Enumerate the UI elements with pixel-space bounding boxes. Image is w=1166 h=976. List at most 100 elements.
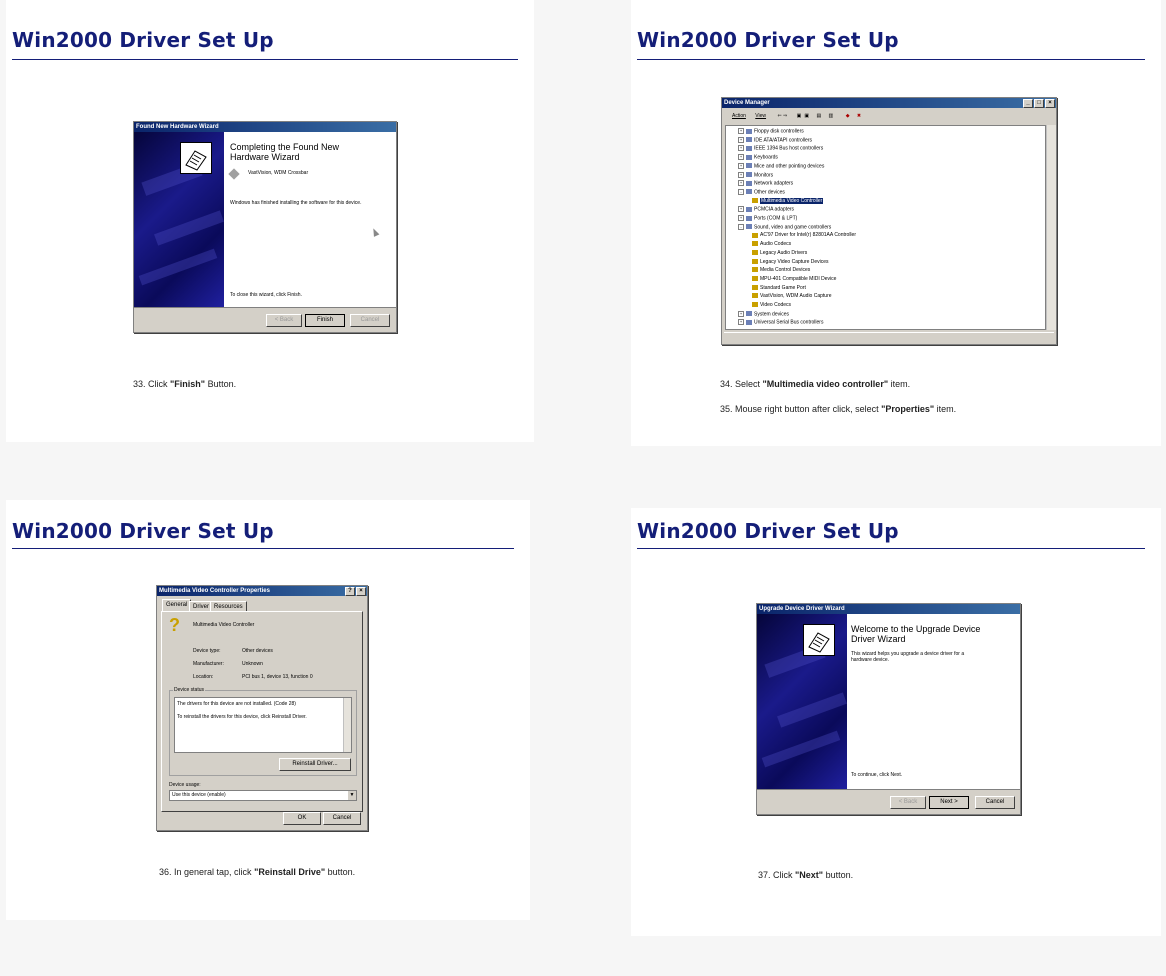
toolbar-icon-group[interactable]: ▣▣ ▤ ▥: [797, 113, 837, 119]
tree-item[interactable]: + Universal Serial Bus controllers: [738, 319, 823, 326]
cancel-button[interactable]: Cancel: [350, 314, 390, 327]
tree-item[interactable]: + Mice and other pointing devices: [738, 162, 824, 170]
tree-item[interactable]: VastVision, WDM Audio Capture: [752, 293, 832, 300]
tree-item[interactable]: Video Codecs: [752, 302, 791, 309]
tree-scrollbar[interactable]: [1046, 125, 1056, 330]
toolbar-nav-icons[interactable]: ⇐ ⇒: [777, 113, 787, 119]
tree-item-selected[interactable]: Multimedia Video Controller: [752, 197, 824, 205]
expand-toggle-icon[interactable]: +: [738, 162, 744, 169]
tree-item-label: Ports (COM & LPT): [754, 215, 798, 222]
device-icon: [752, 258, 758, 264]
expand-toggle-icon[interactable]: -: [738, 188, 744, 195]
window-title: Found New Hardware Wizard: [134, 122, 396, 132]
tree-item[interactable]: AC'97 Driver for Intel(r) 82801AA Contro…: [752, 232, 856, 239]
device-icon: [746, 128, 752, 134]
location-value: PCI bus 1, device 13, function 0: [242, 674, 313, 680]
back-button[interactable]: < Back: [266, 314, 302, 327]
device-status-text: The drivers for this device are not inst…: [174, 697, 352, 753]
step-caption: 36. In general tap, click "Reinstall Dri…: [159, 867, 356, 877]
step-caption-35: 35. Mouse right button after click, sele…: [720, 404, 957, 414]
expand-toggle-icon[interactable]: +: [738, 180, 744, 187]
tree-item[interactable]: Media Control Devices: [752, 267, 810, 274]
tree-item[interactable]: - Sound, video and game controllers: [738, 223, 831, 231]
expand-toggle-icon[interactable]: +: [738, 128, 744, 134]
panel-step-33: Win2000 Driver Set Up Found New Hardware…: [6, 0, 534, 442]
manufacturer-value: Unknown: [242, 661, 263, 667]
device-icon: [752, 197, 758, 203]
cancel-button[interactable]: Cancel: [975, 796, 1015, 809]
ok-button[interactable]: OK: [283, 812, 321, 825]
help-button[interactable]: ?: [345, 587, 355, 596]
tree-item[interactable]: + Network adapters: [738, 180, 793, 187]
close-button[interactable]: ×: [356, 587, 366, 596]
hardware-icon: [180, 142, 212, 174]
tree-item[interactable]: Legacy Video Capture Devices: [752, 259, 829, 266]
close-button[interactable]: ×: [1045, 99, 1055, 108]
tree-item[interactable]: + IDE ATA/ATAPI controllers: [738, 136, 812, 144]
toolbar-action-icons[interactable]: ◆ ✖: [846, 113, 864, 119]
status-scrollbar[interactable]: [343, 698, 351, 752]
expand-toggle-icon[interactable]: +: [738, 206, 744, 213]
tree-item[interactable]: - Other devices: [738, 188, 785, 196]
tree-item[interactable]: + Ports (COM & LPT): [738, 215, 797, 222]
tree-item[interactable]: + IEEE 1394 Bus host controllers: [738, 145, 823, 152]
panel-step-36: Win2000 Driver Set Up Multimedia Video C…: [6, 500, 530, 920]
device-icon: [752, 293, 758, 299]
status-bar: [724, 332, 1054, 343]
wizard-content: Completing the Found New Hardware Wizard…: [224, 132, 396, 308]
device-icon: [746, 163, 752, 169]
window-title: Device Manager _ □ ×: [722, 98, 1056, 108]
title-rule: [637, 59, 1145, 60]
back-button[interactable]: < Back: [890, 796, 926, 809]
expand-toggle-icon[interactable]: +: [738, 310, 744, 317]
device-icon: [746, 311, 752, 317]
next-button[interactable]: Next >: [929, 796, 969, 809]
tree-item[interactable]: MPU-401 Compatible MIDI Device: [752, 276, 836, 283]
expand-toggle-icon[interactable]: +: [738, 171, 744, 178]
device-icon: [746, 215, 752, 221]
tree-item[interactable]: Standard Game Port: [752, 285, 806, 292]
tree-item-label: MPU-401 Compatible MIDI Device: [760, 275, 837, 282]
cancel-button[interactable]: Cancel: [323, 812, 361, 825]
device-icon: [746, 172, 752, 177]
expand-toggle-icon[interactable]: -: [738, 223, 744, 230]
tree-item[interactable]: + Keyboards: [738, 154, 778, 161]
hardware-icon: [803, 624, 835, 656]
menu-view[interactable]: View: [755, 113, 766, 119]
tree-item[interactable]: Legacy Audio Drivers: [752, 250, 807, 257]
tree-item-label: AC'97 Driver for Intel(r) 82801AA Contro…: [760, 232, 856, 239]
tree-item[interactable]: + Floppy disk controllers: [738, 128, 804, 135]
expand-toggle-icon[interactable]: +: [738, 145, 744, 152]
tree-item[interactable]: + System devices: [738, 310, 789, 318]
device-usage-label: Device usage:: [169, 782, 201, 788]
device-icon: [746, 154, 752, 160]
title-rule: [637, 548, 1145, 549]
minimize-button[interactable]: _: [1023, 99, 1033, 108]
manufacturer-label: Manufacturer:: [193, 661, 224, 667]
finish-button[interactable]: Finish: [305, 314, 345, 327]
expand-toggle-icon[interactable]: +: [738, 215, 744, 221]
device-manager-window: Device Manager _ □ × Action View ⇐ ⇒ ▣▣ ▤ …: [721, 97, 1057, 345]
tree-item-label: PCMCIA adapters: [754, 206, 795, 213]
tree-item-label: Monitors: [754, 171, 774, 178]
expand-toggle-icon[interactable]: +: [738, 154, 744, 161]
tree-item[interactable]: + Monitors: [738, 171, 774, 179]
properties-window: Multimedia Video Controller Properties ?…: [156, 585, 368, 831]
expand-toggle-icon[interactable]: +: [738, 319, 744, 326]
location-label: Location:: [193, 674, 214, 680]
device-icon: [752, 267, 758, 273]
maximize-button[interactable]: □: [1034, 99, 1044, 108]
reinstall-driver-button[interactable]: Reinstall Driver...: [279, 758, 351, 771]
tree-item-label: Other devices: [754, 189, 785, 196]
toolbar: Action View ⇐ ⇒ ▣▣ ▤ ▥ ◆ ✖: [724, 111, 1054, 122]
tree-item-label: IDE ATA/ATAPI controllers: [754, 137, 812, 144]
page-title: Win2000 Driver Set Up: [637, 28, 899, 52]
device-usage-select[interactable]: Use this device (enable) ▼: [169, 790, 357, 801]
step-caption: 37. Click "Next" button.: [758, 870, 854, 880]
expand-toggle-icon[interactable]: +: [738, 136, 744, 143]
device-status-label: Device status: [173, 687, 206, 693]
tree-item[interactable]: Audio Codecs: [752, 241, 791, 248]
tree-item-label: Media Control Devices: [760, 267, 811, 274]
menu-action[interactable]: Action: [732, 113, 746, 119]
tree-item[interactable]: + PCMCIA adapters: [738, 206, 794, 213]
